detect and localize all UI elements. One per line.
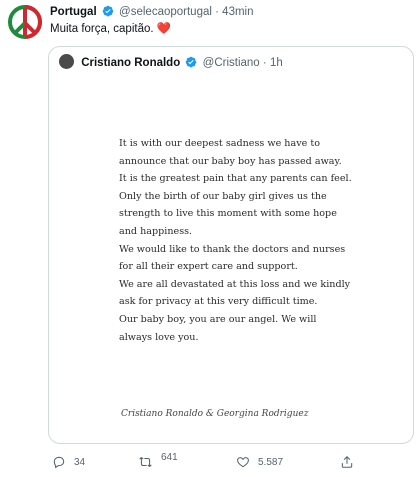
- statement-line: Only the birth of our baby girl gives us…: [119, 190, 327, 202]
- statement-line: It is with our deepest sadness we have t…: [119, 138, 320, 149]
- retweet-icon: [139, 456, 152, 468]
- statement-line: announce that our baby boy has passed aw…: [119, 155, 342, 167]
- like-button[interactable]: 5.587: [236, 454, 283, 470]
- header-separator: ·: [215, 6, 219, 18]
- retweet-count: 641: [161, 451, 178, 463]
- reply-count: 34: [74, 456, 86, 468]
- reply-button[interactable]: 34: [52, 454, 85, 470]
- tweet-text-body: Muita força, capitão.: [50, 23, 154, 35]
- like-count: 5.587: [258, 456, 284, 468]
- verified-badge-icon: [102, 5, 114, 17]
- quoted-author-handle[interactable]: @Cristiano: [203, 57, 260, 69]
- heart-icon: [237, 457, 249, 468]
- statement-line: We are all devastated at this loss and w…: [119, 278, 351, 290]
- quoted-tweet-header: Cristiano Ronaldo @Cristiano · 1h: [59, 54, 283, 70]
- statement-line: and happiness.: [119, 225, 193, 237]
- statement-line: strength to live this moment with some h…: [119, 208, 337, 220]
- quoted-author-name[interactable]: Cristiano Ronaldo: [81, 57, 180, 69]
- heart-emoji: ❤️: [156, 23, 172, 35]
- quoted-header-separator: ·: [262, 57, 267, 69]
- share-button[interactable]: [340, 454, 362, 470]
- share-icon: [341, 456, 353, 468]
- tweet-actions: 34 641 5.587: [48, 452, 412, 474]
- author-handle[interactable]: @selecaoportugal: [119, 6, 212, 18]
- tweet-header: Portugal @selecaoportugal · 43min: [50, 5, 254, 19]
- quoted-tweet-card[interactable]: Cristiano Ronaldo @Cristiano · 1h It is …: [48, 46, 414, 444]
- retweet-button[interactable]: 641: [138, 451, 178, 470]
- statement-line: It is the greatest pain that any parents…: [119, 173, 352, 185]
- tweet-text: Muita força, capitão. ❤️: [50, 22, 171, 36]
- statement-line: for all their expert care and support.: [119, 261, 298, 273]
- author-name[interactable]: Portugal: [50, 6, 97, 18]
- statement-line: We would like to thank the doctors and n…: [119, 243, 346, 255]
- quoted-tweet-time[interactable]: 1h: [270, 57, 283, 69]
- statement-line: always love you.: [119, 331, 199, 343]
- peace-symbol-logo-icon: [8, 5, 42, 39]
- handwritten-signature: Cristiano Ronaldo & Georgina Rodriguez: [121, 409, 309, 419]
- tweet[interactable]: Portugal @selecaoportugal · 43min Muita …: [0, 0, 420, 477]
- tweet-time[interactable]: 43min: [222, 6, 253, 18]
- verified-badge-icon: [186, 56, 197, 68]
- statement-line: ask for privacy at this very difficult t…: [119, 296, 318, 308]
- statement-line: Our baby boy, you are our angel. We will: [119, 313, 317, 325]
- cristiano-avatar[interactable]: [59, 54, 74, 69]
- statement-image-text: It is with our deepest sadness we have t…: [119, 135, 389, 346]
- portugal-avatar[interactable]: [6, 3, 44, 41]
- reply-icon: [53, 456, 65, 469]
